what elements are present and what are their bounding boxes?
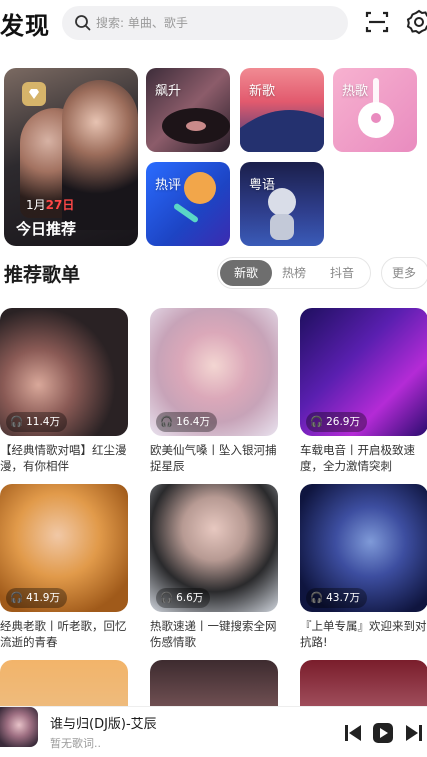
playlist-title: 欧美仙气嗓丨坠入银河捕捉星辰: [150, 443, 277, 473]
play-count: 🎧 11.4万: [6, 412, 67, 432]
now-playing-title: 谁与归(DJ版)-艾辰: [50, 717, 157, 732]
playlist-title: 车载电音丨开启极致速度，全力激情突刺: [300, 443, 415, 473]
page-title: 发现: [0, 12, 50, 40]
gear-icon: [406, 9, 427, 35]
tab-douyin[interactable]: 抖音: [316, 260, 368, 286]
play-count-value: 41.9万: [26, 592, 60, 604]
now-playing-lyric: 暂无歌词..: [50, 737, 101, 750]
scan-icon: [365, 11, 389, 33]
play-count-value: 6.6万: [176, 592, 204, 604]
tile-soaring[interactable]: 飙升: [146, 68, 230, 152]
tile-hot-songs[interactable]: 热歌: [333, 68, 417, 152]
play-count-value: 43.7万: [326, 592, 360, 604]
tab-hot[interactable]: 热榜: [268, 260, 320, 286]
header: 发现: [0, 0, 427, 50]
playlist-card[interactable]: 🎧 11.4万 【经典情歌对唱】红尘漫漫，有你相伴: [0, 308, 128, 476]
play-count: 🎧 43.7万: [306, 588, 367, 608]
playlist-cover: 🎧 16.4万: [150, 308, 278, 436]
tab-new[interactable]: 新歌: [220, 260, 272, 286]
now-playing-artwork[interactable]: [0, 707, 38, 747]
playlist-title: 热歌速递丨一键搜索全网伤感情歌: [150, 619, 277, 649]
tile-cantonese[interactable]: 粤语: [240, 162, 324, 246]
playlist-cover: 🎧 11.4万: [0, 308, 128, 436]
scan-button[interactable]: [364, 9, 390, 35]
headphones-icon: 🎧: [310, 416, 324, 428]
tile-label: 飙升: [155, 84, 182, 99]
play-count-value: 26.9万: [326, 416, 360, 428]
play-count: 🎧 6.6万: [156, 588, 211, 608]
daily-recommendation-card[interactable]: 1月27日 今日推荐: [4, 68, 138, 246]
search-bar[interactable]: [62, 6, 348, 40]
playlist-cover: 🎧 41.9万: [0, 484, 128, 612]
playlist-tabs: 新歌 热榜 抖音: [217, 257, 371, 289]
play-button[interactable]: [372, 722, 394, 744]
playlist-title: 『上单专属』欢迎来到对抗路!: [300, 619, 427, 649]
playlist-cover: 🎧 6.6万: [150, 484, 278, 612]
playlist-title: 经典老歌丨听老歌，回忆流逝的青春: [0, 619, 127, 649]
play-icon: [373, 723, 393, 743]
search-input[interactable]: [96, 12, 336, 34]
daily-date: 1月27日: [26, 196, 74, 213]
headphones-icon: 🎧: [310, 592, 324, 604]
play-count: 🎧 16.4万: [156, 412, 217, 432]
playlist-title: 【经典情歌对唱】红尘漫漫，有你相伴: [0, 443, 127, 473]
settings-button[interactable]: [406, 9, 427, 35]
play-count: 🎧 26.9万: [306, 412, 367, 432]
headphones-icon: 🎧: [160, 416, 174, 428]
play-count: 🎧 41.9万: [6, 588, 67, 608]
previous-button[interactable]: [342, 722, 364, 744]
play-count-value: 16.4万: [176, 416, 210, 428]
next-button[interactable]: [403, 722, 425, 744]
mini-player[interactable]: 谁与归(DJ版)-艾辰 暂无歌词..: [0, 706, 427, 757]
tile-new-songs[interactable]: 新歌: [240, 68, 324, 152]
search-icon: [75, 15, 91, 31]
daily-date-month: 1月: [26, 198, 46, 212]
skip-next-icon: [406, 725, 422, 741]
playlist-cover: 🎧 43.7万: [300, 484, 427, 612]
headphones-icon: 🎧: [10, 416, 24, 428]
headphones-icon: 🎧: [160, 592, 174, 604]
headphones-icon: 🎧: [10, 592, 24, 604]
skip-previous-icon: [345, 725, 361, 741]
tile-label: 热评: [155, 178, 182, 193]
tile-hot-comments[interactable]: 热评: [146, 162, 230, 246]
playlist-cover: 🎧 26.9万: [300, 308, 427, 436]
section-title: 推荐歌单: [4, 264, 81, 286]
tile-label: 新歌: [249, 84, 276, 99]
playlist-card[interactable]: 🎧 43.7万 『上单专属』欢迎来到对抗路!: [300, 484, 427, 652]
tile-label: 粤语: [249, 178, 276, 193]
daily-date-day: 27日: [45, 198, 75, 212]
more-button[interactable]: 更多: [381, 257, 427, 289]
playlist-card[interactable]: 🎧 41.9万 经典老歌丨听老歌，回忆流逝的青春: [0, 484, 128, 652]
play-count-value: 11.4万: [26, 416, 60, 428]
tile-label: 热歌: [342, 84, 369, 99]
playlist-card[interactable]: 🎧 6.6万 热歌速递丨一键搜索全网伤感情歌: [150, 484, 278, 652]
playlist-card[interactable]: 🎧 26.9万 车载电音丨开启极致速度，全力激情突刺: [300, 308, 427, 476]
vip-diamond-icon: [22, 82, 46, 106]
daily-label: 今日推荐: [16, 220, 77, 238]
playlist-card[interactable]: 🎧 16.4万 欧美仙气嗓丨坠入银河捕捉星辰: [150, 308, 278, 476]
